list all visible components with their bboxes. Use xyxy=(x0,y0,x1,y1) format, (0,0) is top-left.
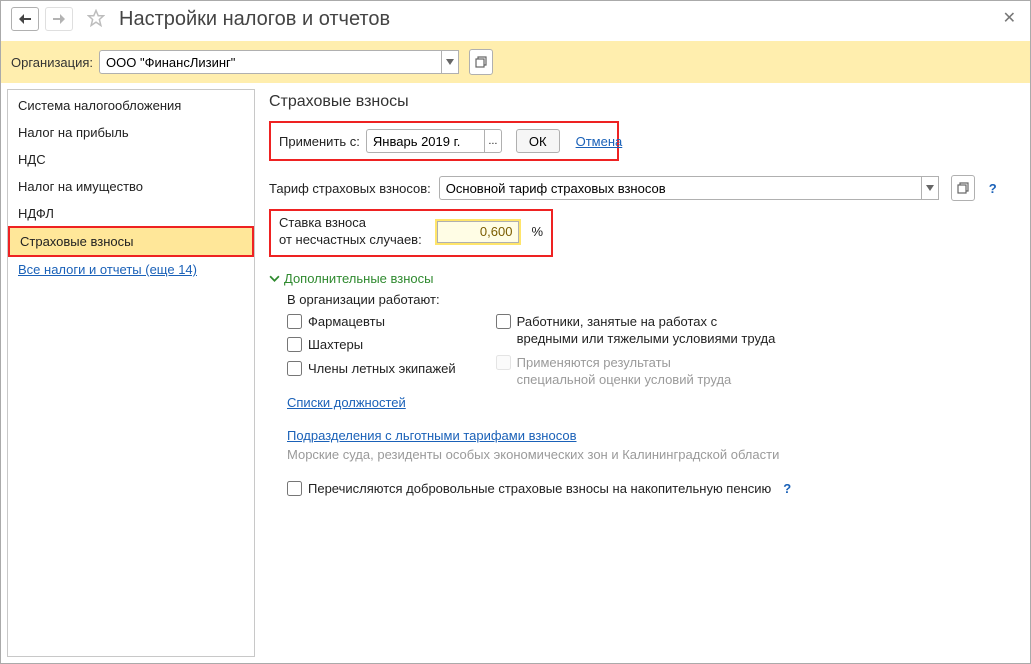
window-title: Настройки налогов и отчетов xyxy=(119,8,390,31)
window: Настройки налогов и отчетов ✕ Организаци… xyxy=(0,0,1031,664)
checkbox-hazardous-workers[interactable]: Работники, занятые на работах с вредными… xyxy=(496,313,776,348)
tariff-input[interactable] xyxy=(439,176,921,200)
checkbox-pharmacists-label: Фармацевты xyxy=(308,313,385,331)
checkbox-flight-crew[interactable]: Члены летных экипажей xyxy=(287,360,456,378)
sidebar-item-property-tax[interactable]: Налог на имущество xyxy=(8,173,254,200)
accident-rate-block: Ставка взноса от несчастных случаев: % xyxy=(269,209,553,257)
favorite-icon[interactable] xyxy=(87,9,105,30)
accident-rate-input[interactable] xyxy=(437,221,519,243)
checkbox-flight-crew-label: Члены летных экипажей xyxy=(308,360,456,378)
checkbox-special-assessment-input xyxy=(496,355,511,370)
checkbox-pharmacists-input[interactable] xyxy=(287,314,302,329)
hazardous-l1: Работники, занятые на работах с xyxy=(517,314,718,329)
tariff-open-button[interactable] xyxy=(951,175,975,201)
accident-rate-label-l1: Ставка взноса xyxy=(279,215,366,230)
tariff-combo[interactable] xyxy=(439,176,939,200)
positions-list-link[interactable]: Списки должностей xyxy=(287,395,406,410)
extra-contributions-block: В организации работают: Фармацевты Шахте… xyxy=(287,292,1024,498)
extra-contributions-expander[interactable]: Дополнительные взносы xyxy=(269,271,1024,286)
checkbox-pharmacists[interactable]: Фармацевты xyxy=(287,313,456,331)
org-employs-label: В организации работают: xyxy=(287,292,1024,307)
close-button[interactable]: ✕ xyxy=(1003,11,1016,27)
open-in-dialog-icon xyxy=(475,56,487,68)
organization-dropdown-button[interactable] xyxy=(441,50,459,74)
open-in-dialog-icon xyxy=(957,182,969,194)
titlebar: Настройки налогов и отчетов ✕ xyxy=(1,1,1030,41)
forward-button[interactable] xyxy=(45,7,73,31)
accident-rate-label: Ставка взноса от несчастных случаев: xyxy=(279,215,429,249)
accident-rate-label-l2: от несчастных случаев: xyxy=(279,232,422,247)
tariff-dropdown-button[interactable] xyxy=(921,176,939,200)
special-l2: специальной оценки условий труда xyxy=(517,372,732,387)
percent-sign: % xyxy=(531,224,543,239)
checkbox-miners[interactable]: Шахтеры xyxy=(287,336,456,354)
sidebar-item-insurance[interactable]: Страховые взносы xyxy=(8,226,254,257)
organization-input[interactable] xyxy=(99,50,441,74)
organization-combo[interactable] xyxy=(99,50,459,74)
sidebar: Система налогообложения Налог на прибыль… xyxy=(7,89,255,657)
voluntary-label: Перечисляются добровольные страховые взн… xyxy=(308,480,771,498)
apply-date-more-button[interactable]: ... xyxy=(484,129,502,153)
organization-label: Организация: xyxy=(11,55,93,70)
arrow-right-icon xyxy=(53,14,65,24)
sidebar-item-profit-tax[interactable]: Налог на прибыль xyxy=(8,119,254,146)
checkbox-column-left: Фармацевты Шахтеры Члены летных экипажей xyxy=(287,313,456,389)
extra-contributions-label: Дополнительные взносы xyxy=(284,271,434,286)
voluntary-checkbox[interactable] xyxy=(287,481,302,496)
ok-button[interactable]: ОК xyxy=(516,129,560,153)
arrow-left-icon xyxy=(19,14,31,24)
privileged-units-link[interactable]: Подразделения с льготными тарифами взнос… xyxy=(287,428,577,443)
sidebar-item-nds[interactable]: НДС xyxy=(8,146,254,173)
voluntary-row: Перечисляются добровольные страховые взн… xyxy=(287,480,1024,498)
chevron-down-icon xyxy=(446,59,454,65)
checkbox-column-right: Работники, занятые на работах с вредными… xyxy=(496,313,776,389)
checkbox-columns: Фармацевты Шахтеры Члены летных экипажей xyxy=(287,313,1024,389)
tariff-help-icon[interactable]: ? xyxy=(989,181,997,196)
sidebar-item-tax-system[interactable]: Система налогообложения xyxy=(8,92,254,119)
apply-date-field[interactable]: ... xyxy=(366,129,502,153)
cancel-link[interactable]: Отмена xyxy=(576,134,623,149)
organization-open-button[interactable] xyxy=(469,49,493,75)
body: Система налогообложения Налог на прибыль… xyxy=(1,83,1030,663)
organization-bar: Организация: xyxy=(1,41,1030,83)
chevron-down-icon xyxy=(926,185,934,191)
sidebar-item-ndfl[interactable]: НДФЛ xyxy=(8,200,254,227)
hazardous-l2: вредными или тяжелыми условиями труда xyxy=(517,331,776,346)
checkbox-miners-label: Шахтеры xyxy=(308,336,363,354)
tariff-label: Тариф страховых взносов: xyxy=(269,181,431,196)
apply-from-row: Применить с: ... ОК Отмена xyxy=(269,121,619,161)
back-button[interactable] xyxy=(11,7,39,31)
voluntary-help-icon[interactable]: ? xyxy=(783,480,791,498)
checkbox-special-assessment: Применяются результаты специальной оценк… xyxy=(496,354,776,389)
apply-from-label: Применить с: xyxy=(279,134,360,149)
tariff-row: Тариф страховых взносов: ? xyxy=(269,175,1024,201)
checkbox-miners-input[interactable] xyxy=(287,337,302,352)
checkbox-flight-crew-input[interactable] xyxy=(287,361,302,376)
sidebar-all-taxes-link[interactable]: Все налоги и отчеты (еще 14) xyxy=(8,256,254,283)
apply-date-input[interactable] xyxy=(366,129,484,153)
special-l1: Применяются результаты xyxy=(517,355,671,370)
chevron-down-icon xyxy=(269,273,280,284)
main-panel: Страховые взносы Применить с: ... ОК Отм… xyxy=(255,89,1024,657)
checkbox-hazardous-workers-input[interactable] xyxy=(496,314,511,329)
section-heading: Страховые взносы xyxy=(269,93,1024,111)
privileged-units-note: Морские суда, резиденты особых экономиче… xyxy=(287,447,1024,462)
